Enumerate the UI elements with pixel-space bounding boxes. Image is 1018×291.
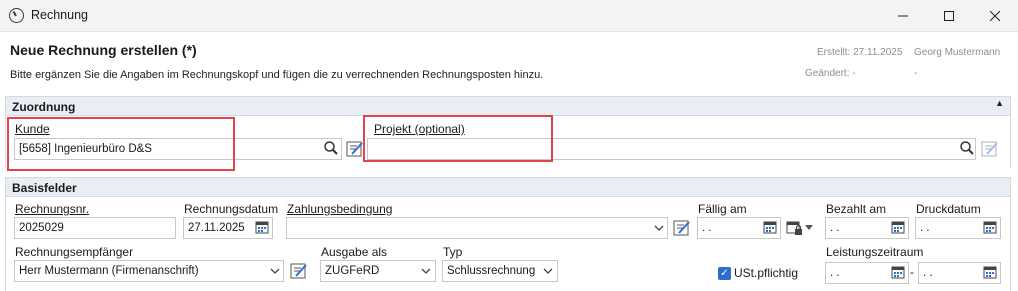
section-title: Basisfelder [12, 181, 77, 195]
changed-label: Geändert: - [805, 68, 856, 79]
empfaenger-select[interactable]: Herr Mustermann (Firmenanschrift) [14, 260, 284, 282]
typ-select[interactable]: Schlussrechnung [442, 260, 558, 282]
ust-label: USt.pflichtig [734, 266, 799, 280]
maximize-button[interactable] [926, 0, 972, 32]
ausgabe-select[interactable]: ZUGFeRD [320, 260, 436, 282]
chevron-down-icon[interactable] [654, 224, 664, 232]
calendar-icon[interactable] [983, 220, 997, 234]
leistung-dash: - [910, 265, 914, 279]
calendar-lock-icon[interactable] [786, 219, 804, 240]
rechnungsdatum-label: Rechnungsdatum [184, 202, 279, 216]
chevron-down-icon[interactable] [270, 267, 280, 275]
leistungszeitraum-label: Leistungszeitraum [826, 245, 924, 259]
close-button[interactable] [972, 0, 1018, 32]
rechnungsnr-field[interactable]: 2025029 [14, 217, 176, 239]
search-icon[interactable] [959, 140, 975, 156]
druckdatum-label: Druckdatum [916, 202, 981, 216]
calendar-icon[interactable] [891, 265, 905, 279]
maximize-icon [944, 11, 954, 21]
ust-checkbox[interactable]: ✓ [718, 267, 731, 280]
page-description: Bitte ergänzen Sie die Angaben im Rechnu… [10, 69, 544, 81]
minimize-button[interactable] [880, 0, 926, 32]
created-label: Erstellt: 27.11.2025 [817, 47, 903, 58]
empfaenger-label: Rechnungsempfänger [15, 245, 134, 259]
chevron-down-icon[interactable] [805, 225, 813, 231]
kunde-highlight [7, 117, 235, 171]
minimize-icon [898, 15, 908, 17]
close-icon [990, 11, 1000, 21]
edit-icon[interactable] [290, 262, 308, 280]
rechnungsnr-label: Rechnungsnr. [15, 202, 90, 216]
search-icon[interactable] [323, 140, 339, 156]
section-title: Zuordnung [12, 100, 76, 114]
calendar-icon[interactable] [763, 220, 777, 234]
ausgabe-label: Ausgabe als [321, 245, 388, 259]
collapse-icon[interactable]: ▲ [995, 98, 1004, 108]
projekt-highlight [363, 115, 553, 162]
zahlungsbedingung-label: Zahlungsbedingung [287, 202, 393, 216]
bezahlt-label: Bezahlt am [826, 202, 887, 216]
edit-icon[interactable] [673, 219, 691, 237]
calendar-icon[interactable] [255, 220, 269, 234]
created-by: Georg Mustermann [914, 47, 1001, 58]
zahlungsbedingung-select[interactable] [286, 217, 668, 239]
faellig-label: Fällig am [698, 202, 747, 216]
chevron-down-icon[interactable] [543, 267, 553, 275]
typ-label: Typ [443, 245, 463, 259]
calendar-icon[interactable] [891, 220, 905, 234]
chevron-down-icon[interactable] [421, 267, 431, 275]
changed-by: - [914, 68, 918, 79]
section-zuordnung-header[interactable]: Zuordnung ▲ [5, 96, 1011, 116]
edit-icon[interactable] [981, 140, 999, 158]
page-title: Neue Rechnung erstellen (*) [10, 42, 197, 58]
section-basisfelder-header[interactable]: Basisfelder [5, 177, 1011, 197]
clock-icon [9, 8, 24, 23]
edit-icon[interactable] [346, 140, 364, 158]
title-bar [0, 0, 1018, 32]
calendar-icon[interactable] [983, 265, 997, 279]
window-title: Rechnung [31, 8, 88, 22]
